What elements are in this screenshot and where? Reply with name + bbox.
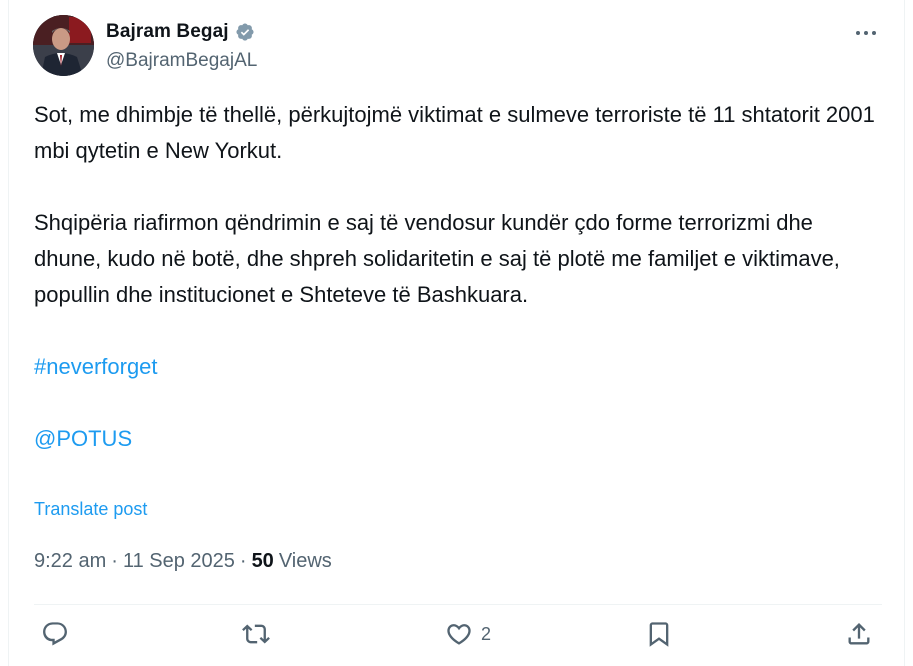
reply-button[interactable] bbox=[41, 620, 69, 648]
post-paragraph-2: Shqipëria riafirmon qëndrimin e saj të v… bbox=[34, 210, 840, 307]
avatar[interactable] bbox=[33, 15, 94, 76]
repost-button[interactable] bbox=[242, 620, 270, 648]
reply-icon bbox=[43, 622, 67, 646]
author-handle[interactable]: @BajramBegajAL bbox=[106, 50, 257, 72]
avatar-image bbox=[33, 15, 94, 76]
post-text: Sot, me dhimbje të thellë, përkujtojmë v… bbox=[34, 97, 884, 457]
hashtag-link[interactable]: #neverforget bbox=[34, 354, 158, 379]
more-dots-icon[interactable] bbox=[852, 21, 880, 45]
translate-post-link[interactable]: Translate post bbox=[34, 499, 147, 520]
bookmark-button[interactable] bbox=[645, 620, 673, 648]
mention-link[interactable]: @POTUS bbox=[34, 426, 132, 451]
post-time[interactable]: 9:22 am bbox=[34, 550, 106, 573]
author-name[interactable]: Bajram Begaj bbox=[106, 21, 229, 43]
views-label: Views bbox=[278, 550, 332, 572]
post-date[interactable]: 11 Sep 2025 bbox=[123, 550, 235, 573]
share-button[interactable] bbox=[845, 620, 873, 648]
post-paragraph-1: Sot, me dhimbje të thellë, përkujtojmë v… bbox=[34, 102, 875, 163]
action-bar: 2 bbox=[9, 620, 904, 660]
bookmark-icon bbox=[649, 622, 669, 647]
post-header: Bajram Begaj @BajramBegajAL bbox=[33, 15, 884, 77]
name-row: Bajram Begaj bbox=[106, 21, 255, 43]
heart-icon bbox=[447, 624, 471, 645]
post-meta: 9:22 am · 11 Sep 2025 · 50 Views bbox=[34, 550, 332, 573]
repost-icon bbox=[242, 624, 270, 644]
divider bbox=[34, 604, 882, 605]
like-button[interactable]: 2 bbox=[445, 620, 491, 648]
verified-badge-icon bbox=[235, 22, 255, 42]
views-count: 50 bbox=[251, 550, 274, 572]
meta-separator: · bbox=[111, 550, 118, 572]
share-icon bbox=[848, 623, 870, 645]
meta-separator: · bbox=[239, 550, 247, 572]
post-card: Bajram Begaj @BajramBegajAL Sot, me dhim… bbox=[8, 0, 905, 666]
like-count: 2 bbox=[481, 623, 492, 644]
